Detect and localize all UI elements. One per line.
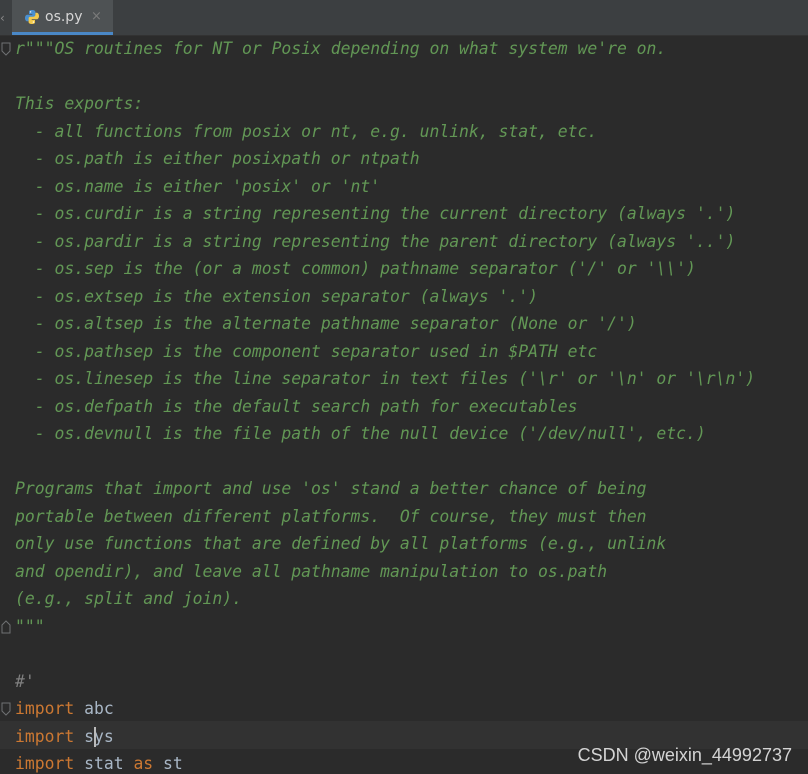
code-line: and opendir), and leave all pathname man… xyxy=(15,561,608,581)
python-file-icon xyxy=(25,10,39,24)
code-line: - os.path is either posixpath or ntpath xyxy=(15,149,420,168)
code-line: - os.linesep is the line separator in te… xyxy=(15,369,756,388)
code-line: - all functions from posix or nt, e.g. u… xyxy=(15,121,598,141)
code-editor[interactable]: r"""OS routines for NT or Posix dependin… xyxy=(0,36,808,774)
fold-marker-icon[interactable] xyxy=(1,619,11,634)
code-line: This exports: xyxy=(15,94,144,113)
code-line: r"""OS routines for NT or Posix dependin… xyxy=(15,39,667,58)
code-line: #' xyxy=(15,671,35,691)
tab-scroll-left-icon[interactable]: ‹ xyxy=(0,10,8,26)
code-line: Programs that import and use 'os' stand … xyxy=(15,479,647,498)
code-line: portable between different platforms. Of… xyxy=(15,506,647,526)
text-caret xyxy=(94,726,96,747)
code-line: - os.altsep is the alternate pathname se… xyxy=(15,314,637,333)
tab-os-py[interactable]: os.py × xyxy=(12,0,113,35)
code-line: - os.curdir is a string representing the… xyxy=(15,204,736,223)
code-line: import sys xyxy=(15,723,114,751)
code-line: - os.extsep is the extension separator (… xyxy=(15,286,539,306)
code-line: import stat as st xyxy=(15,750,183,774)
code-line: - os.pathsep is the component separator … xyxy=(15,341,598,361)
tab-label: os.py xyxy=(45,9,83,25)
watermark: CSDN @weixin_44992737 xyxy=(577,745,792,765)
code-line: """ xyxy=(15,616,45,636)
module-name: stat xyxy=(74,754,134,773)
module-name: abc xyxy=(74,699,114,718)
keyword-import: import xyxy=(15,726,75,746)
keyword-import: import xyxy=(15,754,75,773)
code-line: - os.name is either 'posix' or 'nt' xyxy=(15,176,381,196)
close-icon[interactable]: × xyxy=(91,8,102,26)
keyword-import: import xyxy=(15,699,75,718)
code-line: - os.defpath is the default search path … xyxy=(15,396,578,416)
code-line: - os.pardir is a string representing the… xyxy=(15,231,736,251)
code-line: only use functions that are defined by a… xyxy=(15,534,667,553)
code-line: import abc xyxy=(15,695,114,723)
fold-marker-icon[interactable] xyxy=(1,42,11,56)
editor-tab-bar: ‹ os.py × xyxy=(0,0,808,36)
code-line: - os.sep is the (or a most common) pathn… xyxy=(15,259,696,278)
code-line: (e.g., split and join). xyxy=(15,589,242,608)
code-line: - os.devnull is the file path of the nul… xyxy=(15,424,706,443)
fold-marker-icon[interactable] xyxy=(1,702,11,716)
keyword-as: as xyxy=(133,754,154,773)
alias-name: st xyxy=(153,754,183,773)
